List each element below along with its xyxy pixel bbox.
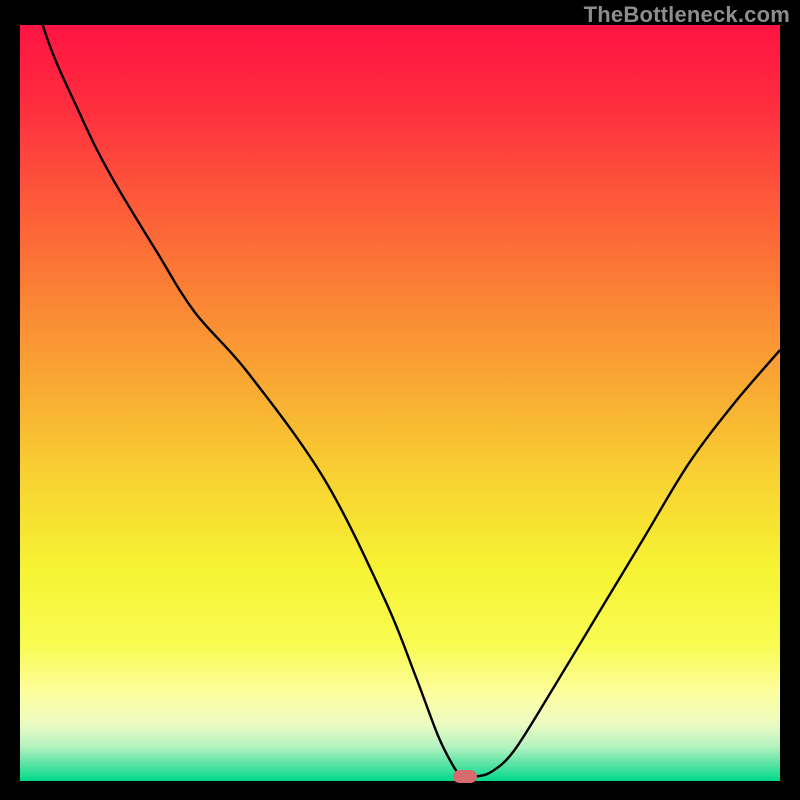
chart-background (20, 25, 780, 781)
chart-svg (20, 25, 780, 781)
optimal-point-marker (453, 770, 477, 783)
bottleneck-chart (20, 25, 780, 781)
